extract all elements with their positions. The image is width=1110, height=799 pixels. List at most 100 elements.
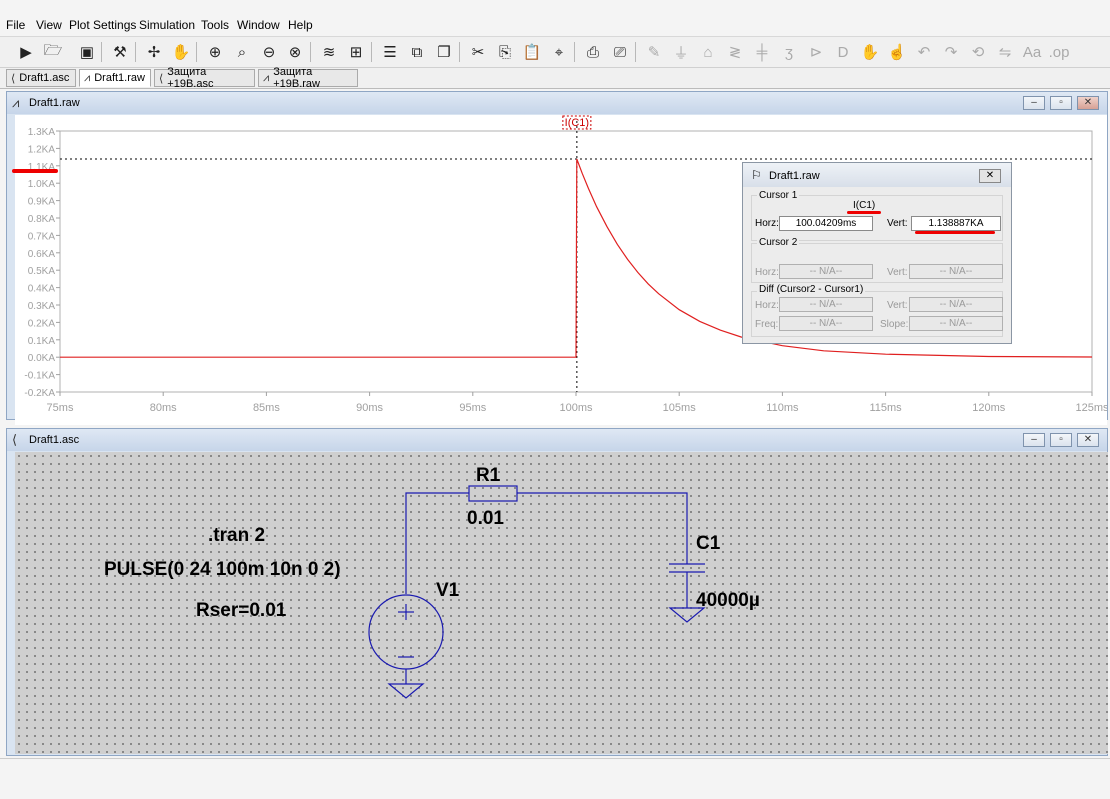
save-icon[interactable]: ▣	[76, 41, 98, 63]
spice-directive-icon[interactable]: .op	[1048, 41, 1070, 63]
diff-freq-field[interactable]: -- N/A--	[779, 316, 873, 331]
x-tick-label: 105ms	[663, 402, 697, 414]
mirror-icon[interactable]: ⇋	[994, 41, 1016, 63]
x-tick-label: 100ms	[559, 402, 593, 414]
resistor-r1	[468, 485, 518, 502]
pan-icon[interactable]: ✋	[170, 41, 192, 63]
y-tick-label: 0.7KA	[28, 231, 56, 242]
tab-zashchita-asc[interactable]: ⟨ Защита +19В.asc	[154, 66, 255, 90]
c1-name: C1	[696, 533, 721, 554]
wire-icon[interactable]: ✎	[643, 41, 665, 63]
paste-icon[interactable]: 📋	[521, 41, 543, 63]
y-tick-label: 0.4KA	[28, 284, 56, 295]
minimize-button[interactable]: –	[1023, 96, 1045, 110]
plot-window-titlebar[interactable]	[7, 92, 1107, 114]
zoom-in-icon[interactable]: ⊕	[204, 41, 226, 63]
y-tick-label: 0.0KA	[28, 353, 56, 364]
menu-simulation[interactable]: Simulation	[139, 18, 195, 32]
diff-slope-field[interactable]: -- N/A--	[909, 316, 1003, 331]
text-icon[interactable]: Aa	[1021, 41, 1043, 63]
capacitor-icon[interactable]: ╪	[751, 41, 773, 63]
tab-draft1-raw[interactable]: ⩘ Draft1.raw	[79, 69, 151, 87]
open-icon[interactable]: 🗁	[42, 41, 64, 63]
cut-icon[interactable]: ✂	[467, 41, 489, 63]
slope-label: Slope:	[880, 319, 909, 330]
resistor-icon[interactable]: ≷	[724, 41, 746, 63]
plot-icon[interactable]: ⊞	[345, 41, 367, 63]
close-button[interactable]: ✕	[1077, 433, 1099, 447]
cursor-panel: ⚐ Draft1.raw ✕ Cursor 1 I(C1) Horz: 100.…	[742, 162, 1012, 344]
copy-icon[interactable]: ⎘	[494, 41, 516, 63]
drag-icon[interactable]: ☝	[886, 41, 908, 63]
vert-label: Vert:	[887, 218, 908, 229]
r1-value: 0.01	[467, 508, 504, 529]
status-bar	[0, 758, 1110, 799]
schematic-drawing[interactable]: R1 0.01 C1 40000µ V1 .tran 2 PULSE(0 24 …	[15, 452, 1108, 754]
move-icon[interactable]: ✋	[859, 41, 881, 63]
maximize-button[interactable]: ▫	[1050, 96, 1072, 110]
diode-icon[interactable]: ⊳	[805, 41, 827, 63]
menu-plot-settings[interactable]: Plot Settings	[69, 18, 136, 32]
maximize-button[interactable]: ▫	[1050, 433, 1072, 447]
close-button[interactable]: ✕	[1077, 96, 1099, 110]
cascade-icon[interactable]: ❐	[433, 41, 455, 63]
zoom-out-icon[interactable]: ⊖	[258, 41, 280, 63]
zoom-cancel-icon[interactable]: ⊗	[284, 41, 306, 63]
cursor2-vert-field[interactable]: -- N/A--	[909, 264, 1003, 279]
cursor-panel-close-button[interactable]: ✕	[979, 169, 1001, 183]
y-tick-label: -0.2KA	[24, 388, 55, 399]
tran-directive[interactable]: .tran 2	[208, 525, 265, 546]
print-icon[interactable]: ⎙	[582, 41, 604, 63]
schematic-window-titlebar[interactable]	[7, 429, 1107, 451]
menu-window[interactable]: Window	[237, 18, 280, 32]
tab-draft1-asc[interactable]: ⟨ Draft1.asc	[6, 69, 76, 87]
cursor2-horz-field[interactable]: -- N/A--	[779, 264, 873, 279]
cursor-panel-title: Draft1.raw	[769, 170, 820, 182]
r1-name: R1	[476, 465, 501, 486]
x-tick-label: 115ms	[869, 402, 902, 414]
rotate-icon[interactable]: ⟲	[967, 41, 989, 63]
cursor1-vert-field[interactable]: 1.138887KA	[911, 216, 1001, 231]
minimize-button[interactable]: –	[1023, 433, 1045, 447]
trace-label: I(C1)	[565, 117, 589, 129]
inductor-icon[interactable]: ʒ	[778, 41, 800, 63]
tile-horizontal-icon[interactable]: ☰	[379, 41, 401, 63]
diff-vert-field[interactable]: -- N/A--	[909, 297, 1003, 312]
x-tick-label: 95ms	[459, 402, 486, 414]
ground-icon[interactable]: ⏚	[670, 41, 692, 63]
redo-icon[interactable]: ↷	[940, 41, 962, 63]
menu-file[interactable]: File	[6, 18, 25, 32]
tile-vertical-icon[interactable]: ⧉	[406, 41, 428, 63]
waveform-icon: ⩘	[84, 71, 91, 84]
diff-horz-field[interactable]: -- N/A--	[779, 297, 873, 312]
y-tick-label: 0.2KA	[28, 318, 56, 329]
run-icon[interactable]: ▶	[15, 41, 37, 63]
schematic-icon: ⟨	[11, 72, 16, 85]
autorange-icon[interactable]: ≋	[318, 41, 340, 63]
tab-zashchita-raw[interactable]: ⩘ Защита +19В.raw	[258, 66, 358, 90]
schematic-window-title: Draft1.asc	[29, 434, 80, 446]
pulse-value[interactable]: PULSE(0 24 100m 10n 0 2)	[104, 559, 341, 580]
label-icon[interactable]: ⌂	[697, 41, 719, 63]
component-icon[interactable]: D	[832, 41, 854, 63]
menu-tools[interactable]: Tools	[201, 18, 229, 32]
x-tick-label: 90ms	[356, 402, 383, 414]
print-setup-icon[interactable]: ⎚	[609, 41, 631, 63]
c2-horz-label: Horz:	[755, 267, 779, 278]
cursor1-horz-field[interactable]: 100.04209ms	[779, 216, 873, 231]
wire	[405, 492, 469, 594]
y-tick-label: 0.9KA	[28, 197, 56, 208]
y-tick-label: 0.3KA	[28, 301, 56, 312]
menu-view[interactable]: View	[36, 18, 62, 32]
schematic-window: ⟨ Draft1.asc – ▫ ✕ R1 0.01 C1 40000µ V1 …	[6, 428, 1108, 756]
zoom-full-icon[interactable]: ⌕	[231, 41, 253, 63]
undo-icon[interactable]: ↶	[913, 41, 935, 63]
schematic-canvas[interactable]: R1 0.01 C1 40000µ V1 .tran 2 PULSE(0 24 …	[15, 452, 1108, 754]
menu-help[interactable]: Help	[288, 18, 313, 32]
find-icon[interactable]: ⌖	[548, 41, 570, 63]
horz-label: Horz:	[755, 218, 779, 229]
halt-icon[interactable]: ✢	[143, 41, 165, 63]
y-tick-label: 1.2KA	[28, 144, 56, 155]
control-panel-icon[interactable]: ⚒	[109, 41, 131, 63]
rser-value[interactable]: Rser=0.01	[196, 600, 287, 621]
